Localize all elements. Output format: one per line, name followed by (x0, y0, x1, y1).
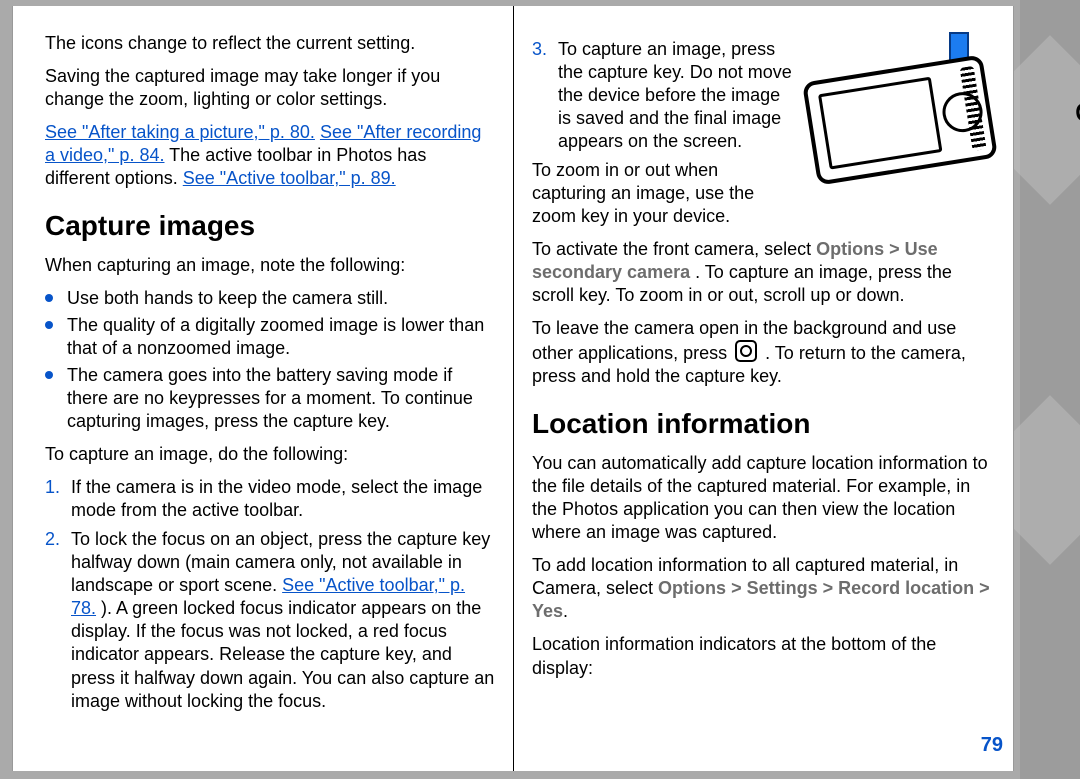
numbered-list: 1. If the camera is in the video mode, s… (45, 476, 495, 712)
body-text: When capturing an image, note the follow… (45, 254, 495, 277)
body-text: Location information indicators at the b… (532, 633, 991, 679)
body-text: Saving the captured image may take longe… (45, 65, 495, 111)
menu-key-icon (735, 340, 757, 362)
numbered-list-continued: 3. To capture an image, press the captur… (532, 38, 991, 153)
menu-path-yes: Yes (532, 601, 563, 621)
heading-capture-images: Capture images (45, 208, 495, 244)
step-number: 3. (532, 38, 547, 61)
menu-path-options: Options (816, 239, 884, 259)
two-column-layout: The icons change to reflect the current … (13, 6, 1013, 771)
menu-path-record-location: Record location (838, 578, 974, 598)
xref-link[interactable]: See "Active toolbar," p. 89. (183, 168, 396, 188)
heading-location-information: Location information (532, 406, 991, 442)
list-item: 3. To capture an image, press the captur… (532, 38, 991, 153)
body-text: To activate the front camera, select Opt… (532, 238, 991, 307)
body-text: To leave the camera open in the backgrou… (532, 317, 991, 388)
menu-path-options: Options (658, 578, 726, 598)
step-text: If the camera is in the video mode, sele… (71, 477, 482, 520)
section-side-label: Camera (1069, 20, 1080, 123)
step-text: To capture an image, press the capture k… (558, 39, 792, 151)
bullet-list: Use both hands to keep the camera still.… (45, 287, 495, 433)
body-text: To capture an image, do the following: (45, 443, 495, 466)
list-item: Use both hands to keep the camera still. (45, 287, 495, 310)
menu-path-sep: > (823, 578, 839, 598)
step-number: 1. (45, 476, 60, 499)
body-text: To activate the front camera, select (532, 239, 816, 259)
step-text: ). A green locked focus indicator appear… (71, 598, 494, 710)
body-text: See "After taking a picture," p. 80. See… (45, 121, 495, 190)
page-number: 79 (981, 733, 1003, 759)
menu-path-sep: > (731, 578, 747, 598)
menu-path-settings: Settings (747, 578, 818, 598)
menu-path-sep: > (889, 239, 905, 259)
list-item: 1. If the camera is in the video mode, s… (45, 476, 495, 522)
body-text: You can automatically add capture locati… (532, 452, 991, 544)
xref-link[interactable]: See "After taking a picture," p. 80. (45, 122, 315, 142)
step-number: 2. (45, 528, 60, 551)
list-item: The quality of a digitally zoomed image … (45, 314, 495, 360)
body-text: To add location information to all captu… (532, 554, 991, 623)
body-text: The icons change to reflect the current … (45, 32, 495, 55)
column-left: The icons change to reflect the current … (13, 6, 513, 771)
menu-path-sep: > (979, 578, 990, 598)
list-item: The camera goes into the battery saving … (45, 364, 495, 433)
list-item: 2. To lock the focus on an object, press… (45, 528, 495, 712)
column-right: 3. To capture an image, press the captur… (513, 6, 1013, 771)
page-sheet: The icons change to reflect the current … (12, 6, 1014, 771)
